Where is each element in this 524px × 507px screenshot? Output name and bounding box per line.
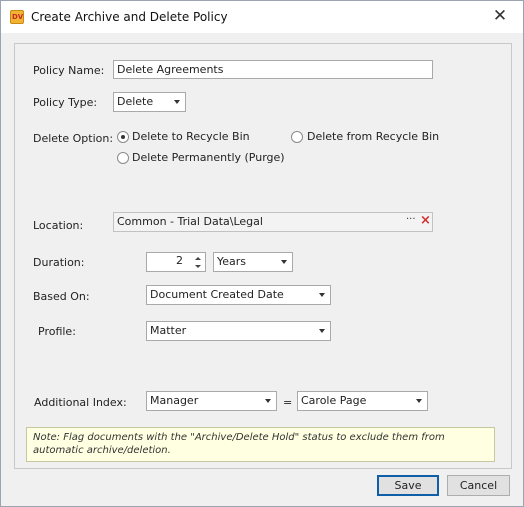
location-value: Common - Trial Data\Legal bbox=[117, 215, 263, 228]
close-icon[interactable]: ✕ bbox=[491, 7, 509, 25]
location-label: Location: bbox=[33, 219, 84, 232]
duration-value: 2 bbox=[176, 254, 183, 267]
save-button[interactable]: Save bbox=[377, 475, 439, 496]
policy-type-label: Policy Type: bbox=[33, 96, 98, 109]
policy-type-value: Delete bbox=[117, 95, 154, 108]
app-icon: DV bbox=[10, 10, 24, 24]
cancel-button[interactable]: Cancel bbox=[447, 475, 510, 496]
additional-index-value-select[interactable]: Carole Page bbox=[297, 391, 428, 411]
duration-stepper[interactable]: 2 bbox=[146, 252, 206, 272]
chevron-down-icon bbox=[319, 329, 325, 333]
additional-index-value: Carole Page bbox=[301, 394, 367, 407]
radio-label-delete-to-recycle-bin: Delete to Recycle Bin bbox=[132, 130, 250, 143]
based-on-label: Based On: bbox=[33, 290, 90, 303]
policy-type-select[interactable]: Delete bbox=[113, 92, 186, 112]
stepper-up-icon[interactable] bbox=[195, 257, 201, 260]
title-bar: DV Create Archive and Delete Policy ✕ bbox=[1, 1, 523, 33]
additional-index-label: Additional Index: bbox=[34, 396, 127, 409]
additional-index-field-select[interactable]: Manager bbox=[146, 391, 277, 411]
radio-delete-permanently[interactable] bbox=[117, 152, 129, 164]
additional-index-field-value: Manager bbox=[150, 394, 199, 407]
policy-name-input[interactable]: Delete Agreements bbox=[113, 60, 433, 79]
based-on-select[interactable]: Document Created Date bbox=[146, 285, 331, 305]
chevron-down-icon bbox=[265, 399, 271, 403]
radio-delete-to-recycle-bin[interactable] bbox=[117, 131, 129, 143]
location-field[interactable]: Common - Trial Data\Legal ··· × bbox=[113, 212, 433, 232]
clear-icon[interactable]: × bbox=[420, 213, 431, 228]
window-title: Create Archive and Delete Policy bbox=[31, 10, 228, 24]
duration-unit-select[interactable]: Years bbox=[213, 252, 293, 272]
chevron-down-icon bbox=[416, 399, 422, 403]
radio-label-delete-permanently: Delete Permanently (Purge) bbox=[132, 151, 285, 164]
policy-name-label: Policy Name: bbox=[33, 64, 105, 77]
profile-label: Profile: bbox=[38, 325, 76, 338]
app-icon-text: DV bbox=[12, 13, 24, 21]
radio-label-delete-from-recycle-bin: Delete from Recycle Bin bbox=[307, 130, 440, 143]
chevron-down-icon bbox=[174, 100, 180, 104]
note-box: Note: Flag documents with the "Archive/D… bbox=[26, 427, 495, 462]
stepper-down-icon[interactable] bbox=[195, 265, 201, 268]
delete-option-label: Delete Option: bbox=[33, 132, 114, 145]
chevron-down-icon bbox=[319, 293, 325, 297]
profile-value: Matter bbox=[150, 324, 187, 337]
duration-unit-value: Years bbox=[217, 255, 247, 268]
radio-delete-from-recycle-bin[interactable] bbox=[291, 131, 303, 143]
browse-icon[interactable]: ··· bbox=[406, 214, 416, 225]
equals-operator: = bbox=[283, 396, 293, 409]
chevron-down-icon bbox=[281, 260, 287, 264]
dialog-window: DV Create Archive and Delete Policy ✕ Po… bbox=[0, 0, 524, 507]
profile-select[interactable]: Matter bbox=[146, 321, 331, 341]
duration-label: Duration: bbox=[33, 256, 85, 269]
based-on-value: Document Created Date bbox=[150, 288, 284, 301]
